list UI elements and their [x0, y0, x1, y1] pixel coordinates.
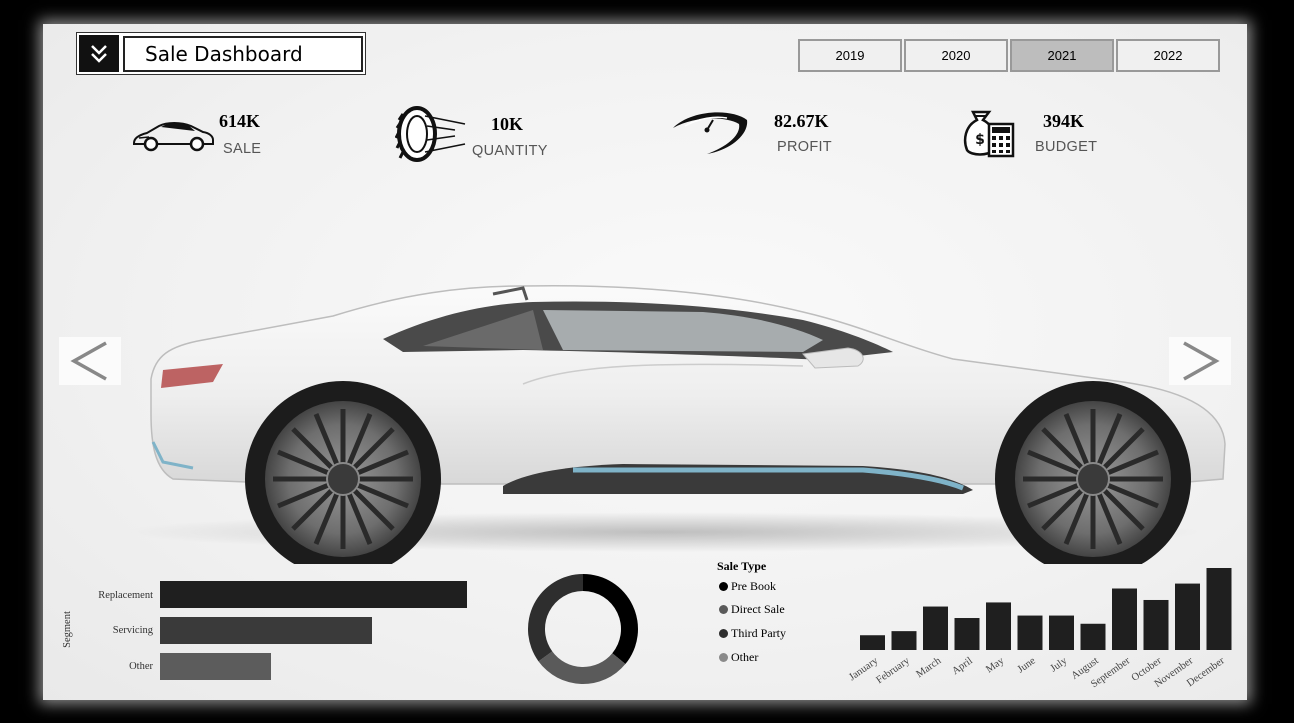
legend-dot: [719, 629, 728, 638]
legend-dot: [719, 605, 728, 614]
kpi-profit: 82.67K PROFIT: [671, 104, 851, 164]
donut-slice-pre-book[interactable]: [583, 574, 638, 665]
month-bar[interactable]: [986, 602, 1011, 650]
segment-bar[interactable]: [160, 617, 372, 644]
segment-label: Other: [129, 661, 153, 672]
title-box: Sale Dashboard: [76, 32, 366, 75]
kpi-profit-value: 82.67K: [774, 111, 829, 131]
legend-label: Third Party: [731, 626, 786, 640]
year-tab-2022[interactable]: 2022: [1116, 39, 1220, 72]
sale-type-donut-chart: [528, 574, 638, 684]
month-bar[interactable]: [1112, 588, 1137, 651]
month-tick-label: May: [984, 655, 1007, 675]
legend-item-direct-sale[interactable]: Direct Sale: [719, 602, 785, 617]
legend-dot: [719, 582, 728, 591]
svg-text:$: $: [975, 132, 985, 148]
chevron-left-icon: [70, 341, 107, 381]
monthly-sales-bar-chart: JanuaryFebruary March April May June July Augu…: [847, 568, 1232, 690]
kpi-quantity-value: 10K: [491, 114, 524, 134]
kpi-profit-label: PROFIT: [777, 139, 832, 155]
month-bar[interactable]: [1080, 623, 1106, 650]
kpi-quantity: 10K QUANTITY: [395, 106, 575, 166]
segment-bar[interactable]: [160, 581, 467, 608]
legend-label: Pre Book: [731, 579, 776, 593]
month-bar[interactable]: [860, 635, 885, 650]
month-bar[interactable]: [1175, 583, 1200, 650]
car-hero-image: [123, 284, 1226, 564]
tire-icon: [395, 106, 466, 162]
carousel-prev-button[interactable]: [59, 337, 121, 385]
speedometer-swoosh-icon: [673, 112, 748, 154]
month-tick-label: July: [1049, 655, 1070, 674]
segment-label: Replacement: [98, 590, 153, 601]
kpi-budget-value: 394K: [1043, 111, 1085, 131]
page-title: Sale Dashboard: [123, 35, 363, 72]
dashboard-canvas: Sale Dashboard 2019 2020 2021 2022 614K …: [43, 24, 1247, 700]
legend-dot: [719, 653, 728, 662]
double-chevron-down-icon: [91, 44, 107, 63]
month-tick-label: March: [914, 655, 943, 680]
month-bar[interactable]: [954, 618, 980, 650]
menu-button[interactable]: [79, 35, 119, 72]
kpi-budget: $ 394K BUDGET: [961, 104, 1141, 164]
month-bar[interactable]: [1017, 615, 1043, 650]
segment-bar-chart: Segment Replacement Servicing Other: [62, 574, 483, 684]
legend-item-other[interactable]: Other: [719, 650, 758, 665]
sports-car-icon: [133, 122, 214, 152]
month-tick-label: April: [950, 655, 975, 677]
year-tab-2020[interactable]: 2020: [904, 39, 1008, 72]
month-tick-label: February: [874, 655, 912, 686]
chevron-right-icon: [1183, 341, 1220, 381]
year-tab-2021[interactable]: 2021: [1010, 39, 1114, 72]
segment-label: Servicing: [112, 625, 153, 636]
legend-item-third-party[interactable]: Third Party: [719, 626, 786, 641]
month-bar[interactable]: [1049, 615, 1074, 650]
month-tick-label: June: [1016, 655, 1038, 675]
kpi-sale: 614K SALE: [131, 106, 311, 166]
legend-title: Sale Type: [717, 559, 767, 573]
year-tab-2019[interactable]: 2019: [798, 39, 902, 72]
donut-slice-third-party[interactable]: [528, 574, 583, 662]
legend-label: Other: [731, 650, 759, 664]
donut-slice-direct-sale[interactable]: [538, 651, 626, 684]
kpi-quantity-label: QUANTITY: [472, 143, 548, 159]
legend-item-pre-book[interactable]: Pre Book: [719, 579, 776, 594]
carousel-next-button[interactable]: [1169, 337, 1231, 385]
kpi-sale-value: 614K: [219, 111, 261, 131]
month-bar[interactable]: [1206, 568, 1232, 650]
segment-bar[interactable]: [160, 653, 271, 680]
year-tabs: 2019 2020 2021 2022: [798, 39, 1220, 72]
month-bar[interactable]: [923, 606, 948, 650]
month-bar[interactable]: [891, 631, 917, 650]
legend-label: Direct Sale: [731, 602, 785, 616]
kpi-budget-label: BUDGET: [1035, 139, 1098, 155]
money-bag-calculator-icon: $: [963, 110, 1015, 158]
kpi-sale-label: SALE: [223, 141, 262, 157]
month-bar[interactable]: [1143, 599, 1169, 650]
